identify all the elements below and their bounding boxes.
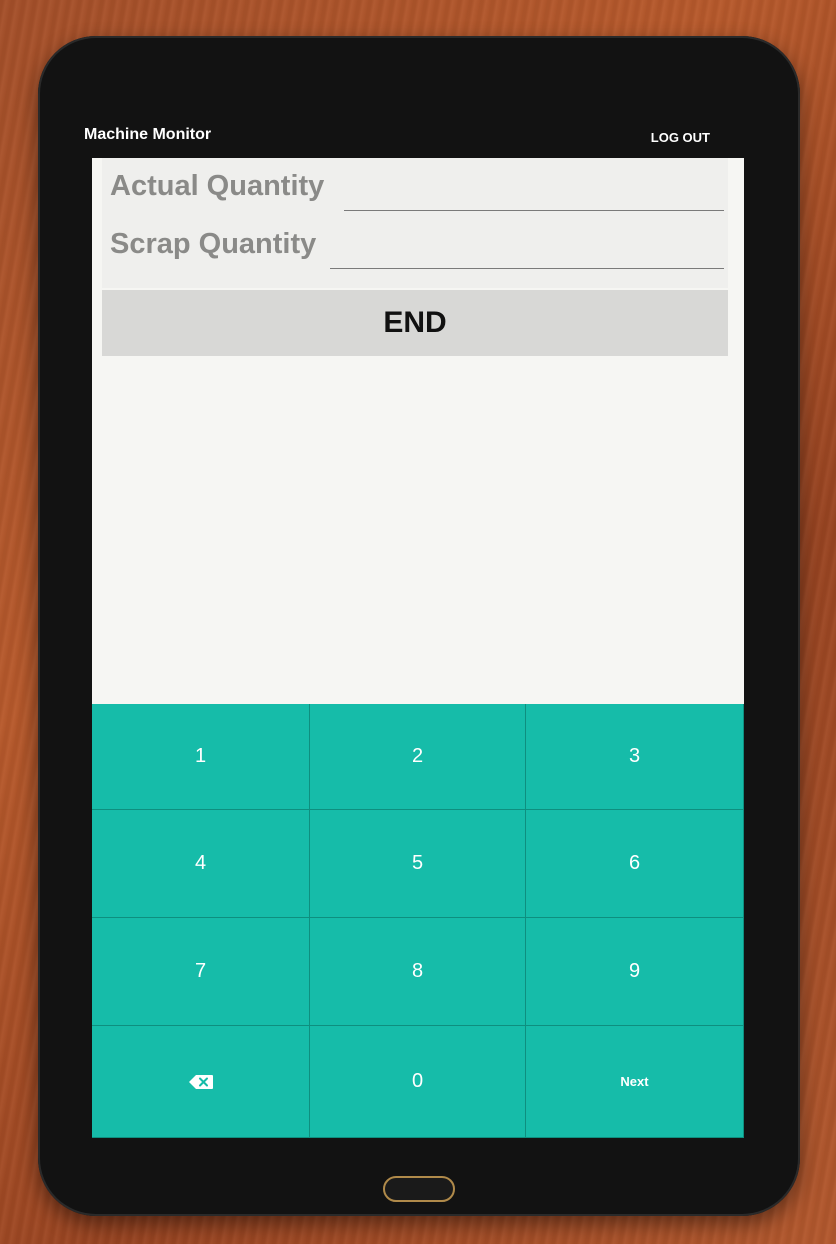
end-button[interactable]: END bbox=[102, 290, 728, 356]
scrap-quantity-row: Scrap Quantity bbox=[110, 222, 724, 272]
key-4[interactable]: 4 bbox=[92, 810, 310, 918]
logout-button[interactable]: LOG OUT bbox=[651, 130, 710, 145]
key-6[interactable]: 6 bbox=[526, 810, 744, 918]
numeric-keypad: 1 2 3 4 5 6 7 8 9 0 Next bbox=[92, 704, 744, 1138]
actual-quantity-row: Actual Quantity bbox=[110, 164, 724, 214]
key-8[interactable]: 8 bbox=[310, 918, 526, 1026]
key-0[interactable]: 0 bbox=[310, 1026, 526, 1138]
app-screen: Actual Quantity Scrap Quantity END 1 2 3… bbox=[92, 158, 744, 1138]
key-1[interactable]: 1 bbox=[92, 704, 310, 810]
key-2[interactable]: 2 bbox=[310, 704, 526, 810]
actual-quantity-input[interactable] bbox=[344, 172, 724, 211]
next-key[interactable]: Next bbox=[526, 1026, 744, 1138]
scrap-quantity-label: Scrap Quantity bbox=[110, 228, 317, 260]
quantity-form: Actual Quantity Scrap Quantity bbox=[102, 158, 728, 288]
key-9[interactable]: 9 bbox=[526, 918, 744, 1026]
app-header: Machine Monitor LOG OUT bbox=[84, 122, 724, 152]
key-3[interactable]: 3 bbox=[526, 704, 744, 810]
key-5[interactable]: 5 bbox=[310, 810, 526, 918]
scrap-quantity-input[interactable] bbox=[330, 230, 724, 269]
backspace-key[interactable] bbox=[92, 1026, 310, 1138]
backspace-icon bbox=[188, 1074, 213, 1089]
home-button[interactable] bbox=[383, 1176, 455, 1202]
app-title: Machine Monitor bbox=[84, 126, 212, 143]
key-7[interactable]: 7 bbox=[92, 918, 310, 1026]
actual-quantity-label: Actual Quantity bbox=[110, 170, 325, 202]
